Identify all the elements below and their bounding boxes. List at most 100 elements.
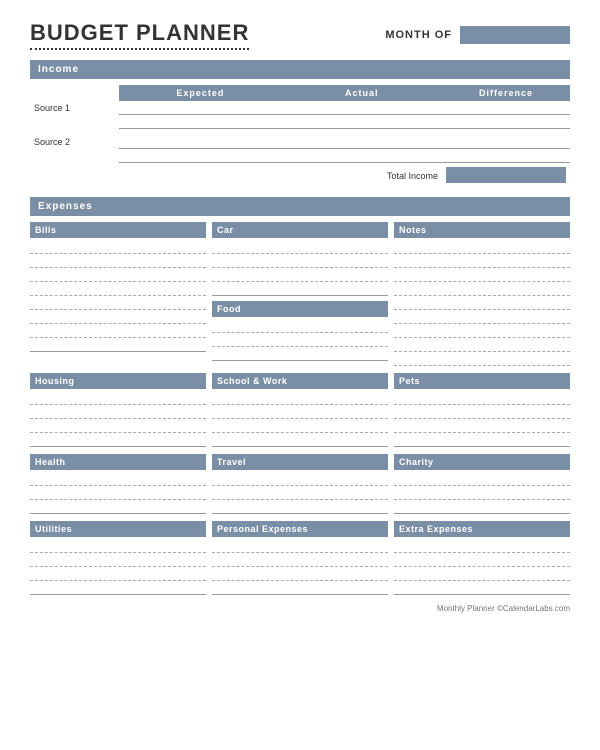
car-header: Car [212,222,388,238]
car-line-3 [212,269,388,282]
bills-total-line[interactable] [30,339,206,352]
source1-actual[interactable] [282,101,442,115]
footer: Monthly Planner ©CalendarLabs.com [30,604,570,613]
car-category: Car Food [212,222,388,367]
personal-line-3 [212,568,388,581]
pets-total-line[interactable] [394,434,570,447]
utilities-line-3 [30,568,206,581]
housing-total-line[interactable] [30,434,206,447]
notes-line-4[interactable] [394,283,570,296]
housing-category: Housing [30,373,206,448]
notes-line-6[interactable] [394,311,570,324]
school-line-1 [212,392,388,405]
utilities-category: Utilities [30,521,206,596]
school-work-header: School & Work [212,373,388,389]
total-income-label: Total Income [387,171,438,181]
bills-line-5 [30,297,206,310]
extra-total-line[interactable] [394,582,570,595]
bills-category: Bills [30,222,206,367]
pets-line-2 [394,406,570,419]
school-line-3 [212,420,388,433]
income-section-header: Income [30,60,570,79]
health-header: Health [30,454,206,470]
health-line-1 [30,473,206,486]
bills-line-4 [30,283,206,296]
notes-line-2[interactable] [394,255,570,268]
travel-line-1 [212,473,388,486]
car-line-2 [212,255,388,268]
housing-header: Housing [30,373,206,389]
income-empty-header [30,85,119,101]
extra-expenses-category: Extra Expenses [394,521,570,596]
page-header: Budget Planner Month of [30,20,570,50]
source1-extra-actual[interactable] [282,115,442,129]
source2-extra-actual[interactable] [282,149,442,163]
charity-total-line[interactable] [394,501,570,514]
utilities-total-line[interactable] [30,582,206,595]
source2-expected[interactable] [119,135,281,149]
notes-line-3[interactable] [394,269,570,282]
health-line-2 [30,487,206,500]
health-total-line[interactable] [30,501,206,514]
income-source2-extra-row [30,149,570,163]
source1-extra-expected[interactable] [119,115,281,129]
bills-line-3 [30,269,206,282]
travel-total-line[interactable] [212,501,388,514]
income-table: Expected Actual Difference Source 1 [30,85,570,187]
personal-expenses-header: Personal Expenses [212,521,388,537]
utilities-line-1 [30,540,206,553]
personal-line-2 [212,554,388,567]
food-total-line[interactable] [212,348,388,361]
expenses-section-header: Expenses [30,197,570,216]
bills-line-1 [30,241,206,254]
notes-line-7[interactable] [394,325,570,338]
personal-expenses-category: Personal Expenses [212,521,388,596]
source2-extra-difference[interactable] [442,149,570,163]
notes-header: Notes [394,222,570,238]
expenses-section: Expenses Bills Car Food [30,197,570,596]
notes-line-9[interactable] [394,353,570,366]
school-work-category: School & Work [212,373,388,448]
expenses-row-4: Utilities Personal Expenses Extra Expens… [30,521,570,596]
expenses-row-2: Housing School & Work Pets [30,373,570,448]
pets-header: Pets [394,373,570,389]
source1-expected[interactable] [119,101,281,115]
month-input-box[interactable] [460,26,570,44]
school-line-2 [212,406,388,419]
bills-line-7 [30,325,206,338]
source2-label: Source 2 [30,135,119,149]
source2-extra-expected[interactable] [119,149,281,163]
car-total-line[interactable] [212,283,388,296]
pets-line-1 [394,392,570,405]
travel-line-2 [212,487,388,500]
expenses-row-3: Health Travel Charity [30,454,570,515]
bills-line-2 [30,255,206,268]
notes-line-1[interactable] [394,241,570,254]
footer-text: Monthly Planner ©CalendarLabs.com [437,604,570,613]
notes-line-5[interactable] [394,297,570,310]
source1-extra-difference[interactable] [442,115,570,129]
source2-difference[interactable] [442,135,570,149]
notes-line-8[interactable] [394,339,570,352]
total-income-value[interactable] [446,167,566,183]
total-income-row: Total Income [30,163,570,187]
income-section: Income Expected Actual Difference Source… [30,60,570,187]
income-actual-header: Actual [282,85,442,101]
bills-line-6 [30,311,206,324]
income-difference-header: Difference [442,85,570,101]
housing-line-2 [30,406,206,419]
personal-total-line[interactable] [212,582,388,595]
school-total-line[interactable] [212,434,388,447]
page-title: Budget Planner [30,20,249,50]
income-source1-extra-row [30,115,570,129]
source2-actual[interactable] [282,135,442,149]
month-of-label: Month of [385,29,452,41]
charity-header: Charity [394,454,570,470]
charity-line-2 [394,487,570,500]
personal-line-1 [212,540,388,553]
source1-difference[interactable] [442,101,570,115]
extra-line-2 [394,554,570,567]
utilities-header: Utilities [30,521,206,537]
notes-category: Notes [394,222,570,367]
pets-category: Pets [394,373,570,448]
